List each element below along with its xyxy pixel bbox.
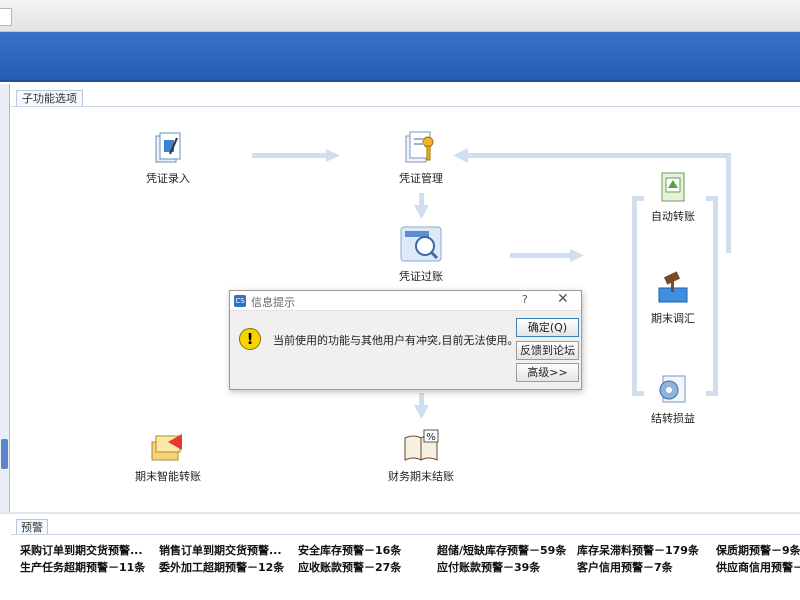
- warning-icon: !: [239, 328, 261, 350]
- warning-link[interactable]: 销售订单到期交货预警...: [159, 542, 282, 558]
- ok-button[interactable]: 确定(Q): [516, 318, 579, 337]
- voucher-entry-label: 凭证录入: [146, 172, 190, 185]
- transfer-pl-node[interactable]: 结转损益: [640, 370, 706, 426]
- info-dialog: CS 信息提示 ? ✕ ! 当前使用的功能与其他用户有冲突,目前无法使用。 确定…: [229, 290, 582, 390]
- auto-transfer-node[interactable]: 自动转账: [640, 170, 706, 224]
- period-close-label: 财务期末结账: [388, 470, 454, 483]
- voucher-manage-label: 凭证管理: [399, 172, 443, 185]
- voucher-entry-icon: [155, 132, 181, 163]
- advanced-button[interactable]: 高级>>: [516, 363, 579, 382]
- warning-link[interactable]: 安全库存预警－16条: [298, 542, 401, 558]
- warning-link[interactable]: 生产任务超期预警－11条: [20, 559, 145, 575]
- app-icon: CS: [234, 295, 246, 307]
- warning-link[interactable]: 库存呆滞料预警－179条: [577, 542, 699, 558]
- voucher-post-label: 凭证过账: [399, 270, 443, 283]
- voucher-manage-node[interactable]: 凭证管理: [380, 128, 462, 186]
- period-adjust-icon: [658, 271, 688, 303]
- period-close-node[interactable]: % 财务期末结账: [375, 428, 467, 484]
- warning-link[interactable]: 应付账款预警－39条: [437, 559, 540, 575]
- header-banner: [0, 32, 800, 82]
- period-adjust-node[interactable]: 期末调汇: [640, 270, 706, 326]
- smart-transfer-node[interactable]: 期末智能转账: [126, 430, 210, 484]
- window-tab-stub[interactable]: [0, 8, 12, 26]
- dialog-title: 信息提示: [251, 296, 295, 309]
- voucher-manage-icon: [405, 131, 434, 163]
- voucher-post-icon: [400, 226, 442, 262]
- dialog-titlebar[interactable]: CS 信息提示 ? ✕: [230, 291, 581, 311]
- warning-tab[interactable]: 预警: [16, 519, 48, 535]
- auto-transfer-label: 自动转账: [651, 210, 695, 223]
- warning-link[interactable]: 委外加工超期预警－12条: [159, 559, 284, 575]
- feedback-button[interactable]: 反馈到论坛: [516, 341, 579, 360]
- help-icon[interactable]: ?: [522, 293, 528, 306]
- svg-text:%: %: [426, 432, 436, 443]
- warning-link[interactable]: 应收账款预警－27条: [298, 559, 401, 575]
- transfer-pl-label: 结转损益: [651, 412, 695, 425]
- sidebar-toggle-handle[interactable]: [1, 439, 8, 469]
- warning-link[interactable]: 超储/短缺库存预警－59条: [437, 542, 566, 558]
- close-icon[interactable]: ✕: [557, 291, 569, 307]
- period-close-icon: %: [404, 429, 439, 461]
- section-tab-subfunctions[interactable]: 子功能选项: [16, 90, 83, 107]
- voucher-entry-node[interactable]: 凭证录入: [132, 130, 204, 186]
- transfer-pl-icon: [659, 375, 686, 403]
- warning-link[interactable]: 供应商信用预警－: [716, 559, 800, 575]
- smart-transfer-icon: [151, 434, 182, 461]
- section-divider: [11, 106, 800, 107]
- warning-divider: [11, 534, 800, 535]
- title-bar: [0, 0, 800, 32]
- auto-transfer-icon: [661, 172, 685, 202]
- smart-transfer-label: 期末智能转账: [135, 470, 201, 483]
- warning-link[interactable]: 采购订单到期交货预警...: [20, 542, 143, 558]
- voucher-post-node[interactable]: 凭证过账: [380, 224, 462, 284]
- period-adjust-label: 期末调汇: [651, 312, 695, 325]
- dialog-message: 当前使用的功能与其他用户有冲突,目前无法使用。: [273, 334, 519, 347]
- warning-link[interactable]: 保质期预警－9条: [716, 542, 800, 558]
- warning-link[interactable]: 客户信用预警－7条: [577, 559, 673, 575]
